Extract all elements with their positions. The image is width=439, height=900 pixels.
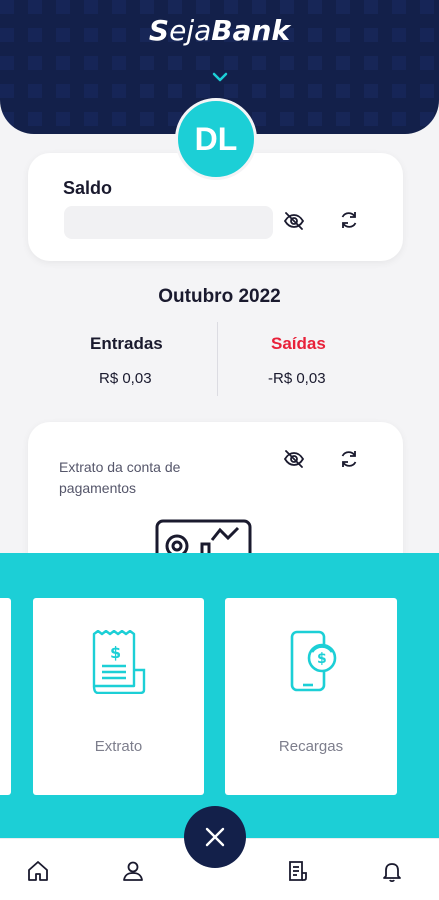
receipt-icon: $ (92, 630, 146, 694)
statement-illustration-icon (155, 519, 252, 558)
home-icon[interactable] (26, 859, 50, 883)
income-value: R$ 0,03 (99, 370, 152, 387)
quick-action-extrato[interactable]: $ Extrato (33, 598, 204, 795)
chevron-down-icon[interactable] (207, 68, 233, 86)
refresh-icon[interactable] (336, 446, 362, 472)
avatar[interactable]: DL (175, 98, 257, 180)
phone-recharge-icon: $ (290, 630, 337, 692)
svg-text:$: $ (110, 643, 121, 662)
quick-action-label: Recargas (278, 738, 344, 755)
bell-icon[interactable] (380, 859, 404, 883)
balance-title: Saldo (63, 178, 113, 198)
close-button[interactable] (184, 806, 246, 868)
profile-icon[interactable] (121, 859, 145, 883)
close-icon (205, 827, 225, 847)
eye-off-icon[interactable] (281, 446, 307, 472)
summary-divider (217, 322, 218, 396)
statement-description: Extrato da conta de pagamentos (59, 459, 181, 496)
quick-actions-panel: $ Extrato $ Recargas (0, 553, 439, 838)
expense-label: Saídas (271, 334, 326, 353)
brand-logo-eja: eja (169, 14, 212, 47)
brand-logo: SejaBank (0, 14, 439, 47)
refresh-icon[interactable] (336, 207, 362, 233)
balance-hidden-value (64, 206, 273, 239)
brand-logo-s: S (148, 14, 170, 47)
quick-action-label: Extrato (94, 738, 143, 755)
document-icon[interactable] (285, 859, 309, 883)
income-label: Entradas (90, 334, 163, 353)
brand-logo-bank: Bank (211, 14, 291, 47)
eye-off-icon[interactable] (281, 208, 307, 234)
month-label: Outubro 2022 (158, 286, 281, 307)
quick-action-tile-partial[interactable] (0, 598, 11, 795)
quick-action-recargas[interactable]: $ Recargas (225, 598, 397, 795)
svg-text:$: $ (317, 651, 327, 667)
expense-value: -R$ 0,03 (268, 370, 326, 387)
